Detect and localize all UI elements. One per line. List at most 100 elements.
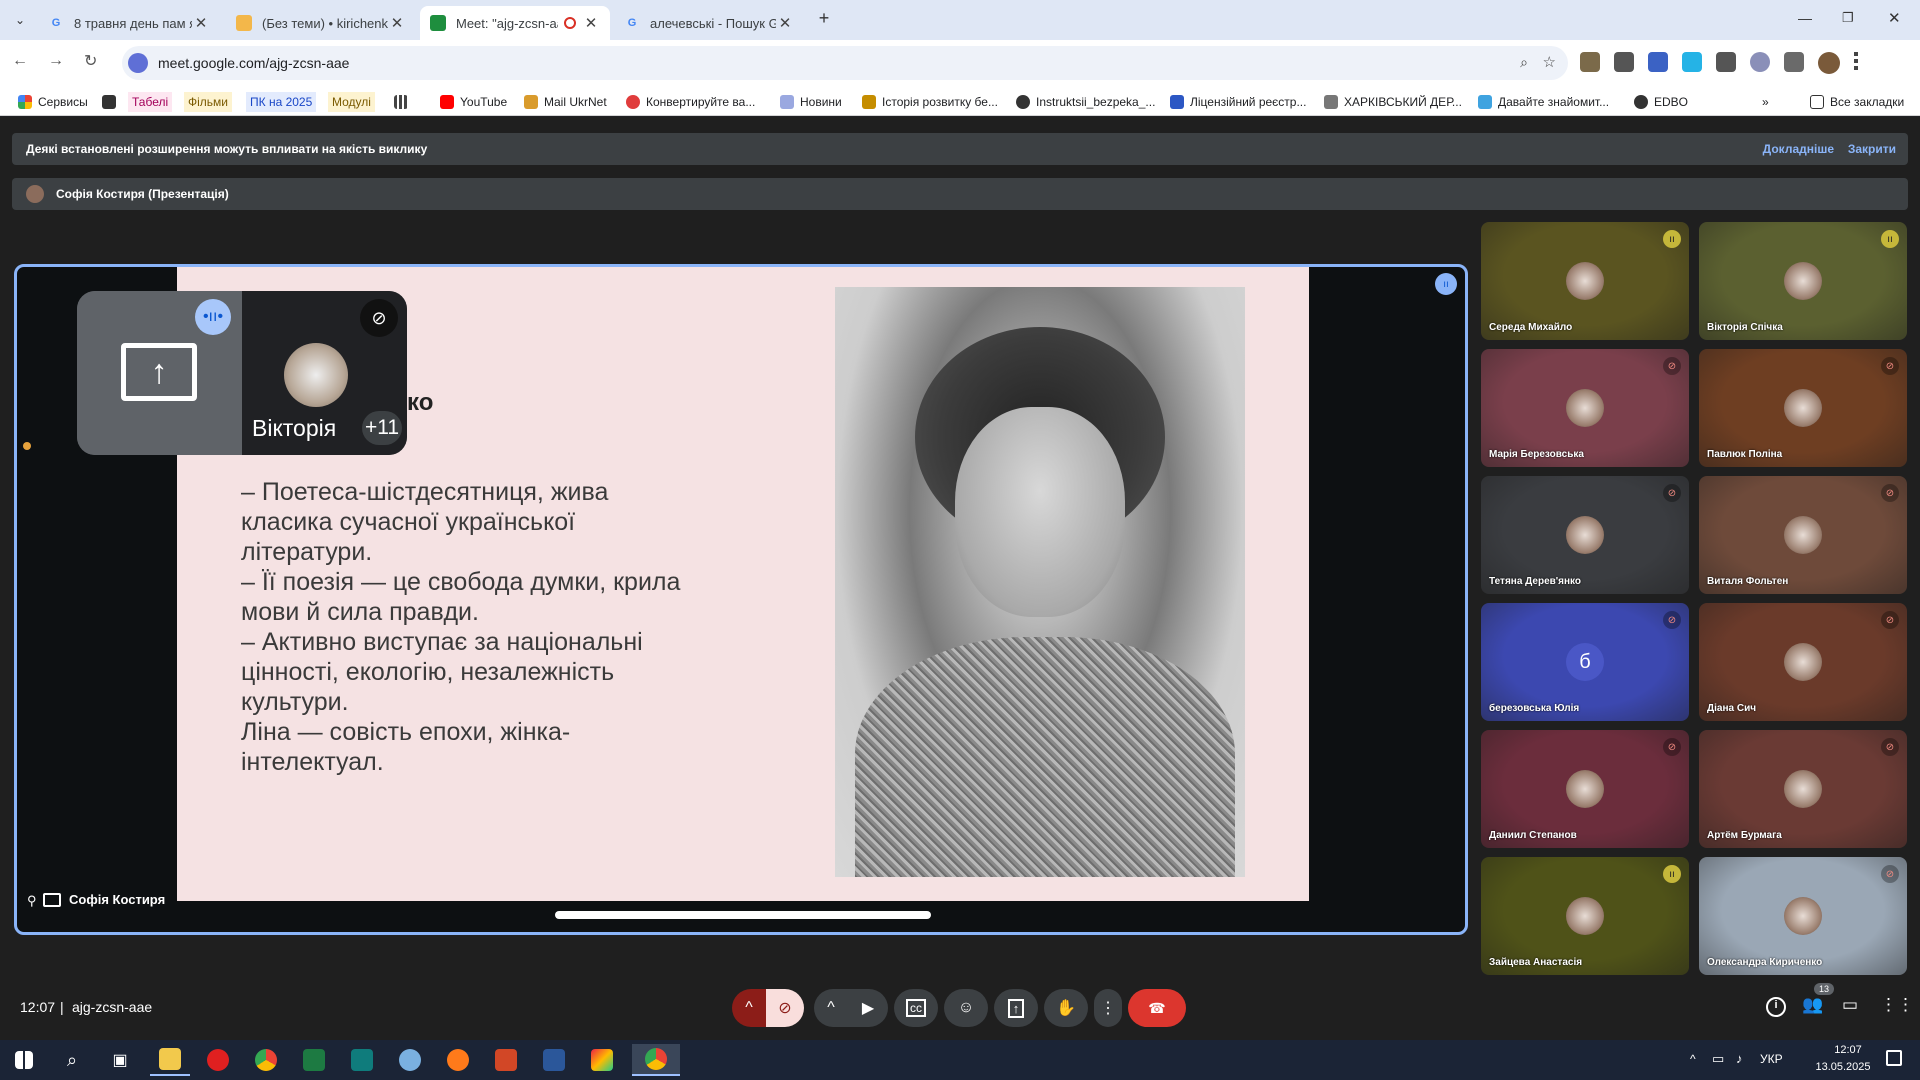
participant-tile[interactable]: ⊘ Діана Сич <box>1699 603 1907 721</box>
profile-avatar[interactable] <box>1818 52 1840 74</box>
zoom-icon[interactable]: ⌕ <box>1520 54 1528 71</box>
leave-call-button[interactable]: ☎ <box>1128 989 1186 1027</box>
bookmark-star-icon[interactable]: ☆ <box>1543 53 1556 71</box>
participant-tile[interactable]: ⊘ Павлюк Поліна <box>1699 349 1907 467</box>
clock-time[interactable]: 12:07 <box>1818 1044 1878 1056</box>
pin-icon[interactable]: ⚲ <box>27 893 37 909</box>
new-tab-button[interactable]: + <box>812 8 836 32</box>
activities-button[interactable]: ⋮⋮ <box>1880 995 1914 1015</box>
captions-button[interactable]: cc <box>894 989 938 1027</box>
bookmark-item[interactable]: Новини <box>780 92 842 112</box>
close-icon[interactable]: ✕ <box>776 14 794 32</box>
participant-tile[interactable]: ıı Зайцева Анастасія <box>1481 857 1689 975</box>
tab-meet[interactable]: Meet: "ajg-zcsn-aae" ✕ <box>420 6 610 40</box>
start-button[interactable] <box>4 1044 44 1076</box>
minimize-icon[interactable]: — <box>1798 10 1812 26</box>
taskbar-app[interactable] <box>198 1044 238 1076</box>
bookmark-item[interactable]: YouTube <box>440 92 507 112</box>
emoji-reactions-button[interactable]: ☺ <box>944 989 988 1027</box>
participant-tile[interactable]: ⊘ Марія Березовська <box>1481 349 1689 467</box>
more-options-button[interactable]: ⋮ <box>1094 989 1122 1027</box>
participant-tile[interactable]: ⊘ Тетяна Дерев'янко <box>1481 476 1689 594</box>
participant-tile[interactable]: ⊘ Виталя Фольтен <box>1699 476 1907 594</box>
participant-tile[interactable]: б ⊘ березовська Юлія <box>1481 603 1689 721</box>
back-icon[interactable]: ← <box>12 52 28 70</box>
bookmark-item[interactable]: Модулі <box>328 92 375 112</box>
tab-4[interactable]: G алечевські - Пошук Google ✕ <box>614 6 804 40</box>
bookmark-item[interactable]: Фільми <box>184 92 232 112</box>
extensions-puzzle-icon[interactable] <box>1784 52 1804 72</box>
info-icon[interactable]: i <box>1766 997 1786 1017</box>
tray-chevron-icon[interactable]: ^ <box>1690 1052 1696 1066</box>
bookmark-item[interactable]: Історія розвитку бе... <box>862 92 998 112</box>
window-close-icon[interactable]: ✕ <box>1888 9 1901 27</box>
bookmark-item[interactable]: Mail UkrNet <box>524 92 607 112</box>
all-bookmarks-button[interactable]: Все закладки <box>1810 92 1904 112</box>
camera-toggle-button[interactable]: ▶ <box>848 989 888 1027</box>
taskbar-app[interactable] <box>390 1044 430 1076</box>
restore-icon[interactable]: ❐ <box>1842 10 1854 26</box>
extension-icon[interactable] <box>1716 52 1736 72</box>
raise-hand-button[interactable]: ✋ <box>1044 989 1088 1027</box>
participant-tile[interactable]: ⊘ Артём Бурмага <box>1699 730 1907 848</box>
search-button[interactable]: ⌕ <box>52 1044 92 1076</box>
task-view-button[interactable]: ▣ <box>100 1044 140 1076</box>
bookmark-item[interactable]: Конвертируйте ва... <box>626 92 755 112</box>
bookmark-item[interactable]: Давайте знайомит... <box>1478 92 1609 112</box>
more-bookmarks-button[interactable]: » <box>1762 92 1769 112</box>
mic-options-button[interactable]: ^ <box>732 989 766 1027</box>
chat-button[interactable]: ▭ <box>1842 995 1858 1015</box>
bookmark-item[interactable] <box>394 92 414 112</box>
bookmark-item[interactable]: Сервисы <box>18 92 88 112</box>
participant-tile[interactable]: ⊘ Олександра Кириченко <box>1699 857 1907 975</box>
taskbar-app[interactable] <box>486 1044 526 1076</box>
url-field[interactable]: meet.google.com/ajg-zcsn-aae ⌕ ☆ <box>122 46 1568 80</box>
bookmark-item[interactable]: ХАРКІВСЬКИЙ ДЕР... <box>1324 92 1462 112</box>
menu-dots-icon[interactable] <box>1854 52 1858 70</box>
tab-search-button[interactable]: ⌄ <box>8 8 32 32</box>
clock-date[interactable]: 13.05.2025 <box>1804 1061 1882 1073</box>
participant-tile[interactable]: ⊘ Даниил Степанов <box>1481 730 1689 848</box>
self-view-overlay[interactable]: ↑ •ıı• ⊘ Вікторія +11 <box>77 291 407 455</box>
bookmark-item[interactable]: Instruktsii_bezpeka_... <box>1016 92 1155 112</box>
taskbar-app[interactable] <box>582 1044 622 1076</box>
bookmark-item[interactable] <box>102 92 122 112</box>
close-icon[interactable]: ✕ <box>192 14 210 32</box>
volume-icon[interactable]: ♪ <box>1736 1051 1743 1066</box>
site-info-icon[interactable] <box>128 53 148 73</box>
taskbar-app[interactable] <box>438 1044 478 1076</box>
input-language[interactable]: УКР <box>1760 1052 1783 1066</box>
learn-more-link[interactable]: Докладніше <box>1763 142 1834 156</box>
taskbar-app-active[interactable] <box>632 1044 680 1076</box>
bookmark-item[interactable]: ПК на 2025 <box>246 92 317 112</box>
network-icon[interactable]: ▭ <box>1712 1051 1724 1067</box>
mic-toggle-button[interactable]: ⊘ <box>766 989 804 1027</box>
taskbar-app[interactable] <box>534 1044 574 1076</box>
tab-1[interactable]: G 8 травня день пам яті та прим ✕ <box>38 6 220 40</box>
extension-icon[interactable] <box>1682 52 1702 72</box>
bookmark-item[interactable]: EDBO <box>1634 92 1688 112</box>
horizontal-scrollbar[interactable] <box>555 911 931 919</box>
extension-icon[interactable] <box>1614 52 1634 72</box>
taskbar-app[interactable] <box>342 1044 382 1076</box>
close-icon[interactable]: ✕ <box>388 14 406 32</box>
taskbar-app[interactable] <box>294 1044 334 1076</box>
participant-tile[interactable]: ıı Середа Михайло <box>1481 222 1689 340</box>
reload-icon[interactable]: ↻ <box>84 51 97 71</box>
present-now-button[interactable]: ↑ <box>994 989 1038 1027</box>
extension-icon[interactable] <box>1648 52 1668 72</box>
presentation-stage[interactable]: ко – Поетеса-шістдесятниця, жива класика… <box>14 264 1468 935</box>
camera-options-button[interactable]: ^ <box>814 989 848 1027</box>
bookmark-item[interactable]: Ліцензійний реєстр... <box>1170 92 1306 112</box>
taskbar-app[interactable] <box>150 1044 190 1076</box>
people-button[interactable]: 👥 <box>1802 995 1823 1015</box>
forward-icon[interactable]: → <box>48 52 64 70</box>
bookmark-item[interactable]: Табелі <box>128 92 173 112</box>
tab-2[interactable]: (Без теми) • kirichenko.oleksan ✕ <box>226 6 416 40</box>
extension-icon[interactable] <box>1750 52 1770 72</box>
participant-tile[interactable]: ıı Вікторія Спічка <box>1699 222 1907 340</box>
close-banner-link[interactable]: Закрити <box>1848 142 1896 156</box>
notifications-icon[interactable] <box>1886 1050 1902 1066</box>
close-icon[interactable]: ✕ <box>582 14 600 32</box>
extension-icon[interactable] <box>1580 52 1600 72</box>
